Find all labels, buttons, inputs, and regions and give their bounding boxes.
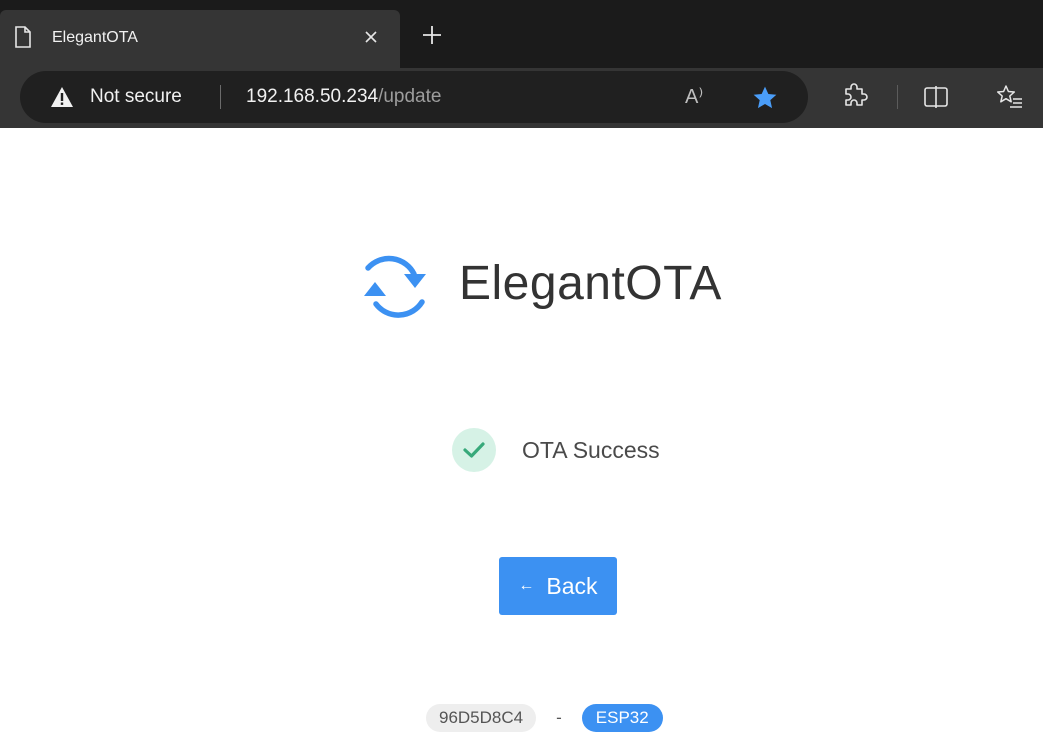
address-divider (220, 85, 221, 109)
status-row: OTA Success (452, 428, 660, 472)
status-text: OTA Success (522, 436, 660, 463)
url-path: /update (378, 86, 442, 107)
device-info: 96D5D8C4 - ESP32 (426, 703, 663, 733)
page-icon (15, 26, 31, 48)
back-arrow-icon: ← (518, 577, 535, 594)
tab-title: ElegantOTA (52, 29, 138, 46)
extensions-icon[interactable] (841, 83, 869, 111)
hardware-id-badge: 96D5D8C4 (426, 704, 537, 732)
success-badge (452, 428, 496, 472)
security-label[interactable]: Not secure (90, 86, 182, 108)
read-aloud-icon[interactable]: A⁾ (685, 83, 717, 111)
tab-elegantota[interactable]: ElegantOTA (0, 10, 400, 68)
chip-badge: ESP32 (581, 704, 663, 732)
favorites-icon[interactable] (996, 83, 1024, 111)
warning-icon (51, 87, 73, 107)
back-button-label: Back (546, 572, 598, 599)
tab-strip: ElegantOTA (0, 0, 1043, 68)
split-screen-icon[interactable] (922, 83, 950, 111)
browser-toolbar: Not secure 192.168.50.234/update A⁾ (0, 68, 1043, 128)
plus-icon (423, 26, 441, 44)
sync-logo-icon (364, 255, 426, 318)
brand-name: ElegantOTA (459, 257, 722, 310)
back-button[interactable]: ← Back (499, 557, 617, 615)
toolbar-divider (897, 85, 898, 109)
star-icon[interactable] (752, 85, 778, 111)
tab-close-button[interactable] (356, 22, 386, 52)
close-icon (365, 31, 377, 43)
url-text[interactable]: 192.168.50.234/update (246, 86, 441, 108)
browser-chrome: ElegantOTA Not secure 192.168.50.234/upd… (0, 0, 1043, 128)
address-bar[interactable]: Not secure 192.168.50.234/update A⁾ (20, 71, 808, 123)
separator: - (556, 708, 562, 727)
new-tab-button[interactable] (416, 19, 448, 51)
check-icon (463, 442, 485, 458)
url-host: 192.168.50.234 (246, 86, 379, 107)
